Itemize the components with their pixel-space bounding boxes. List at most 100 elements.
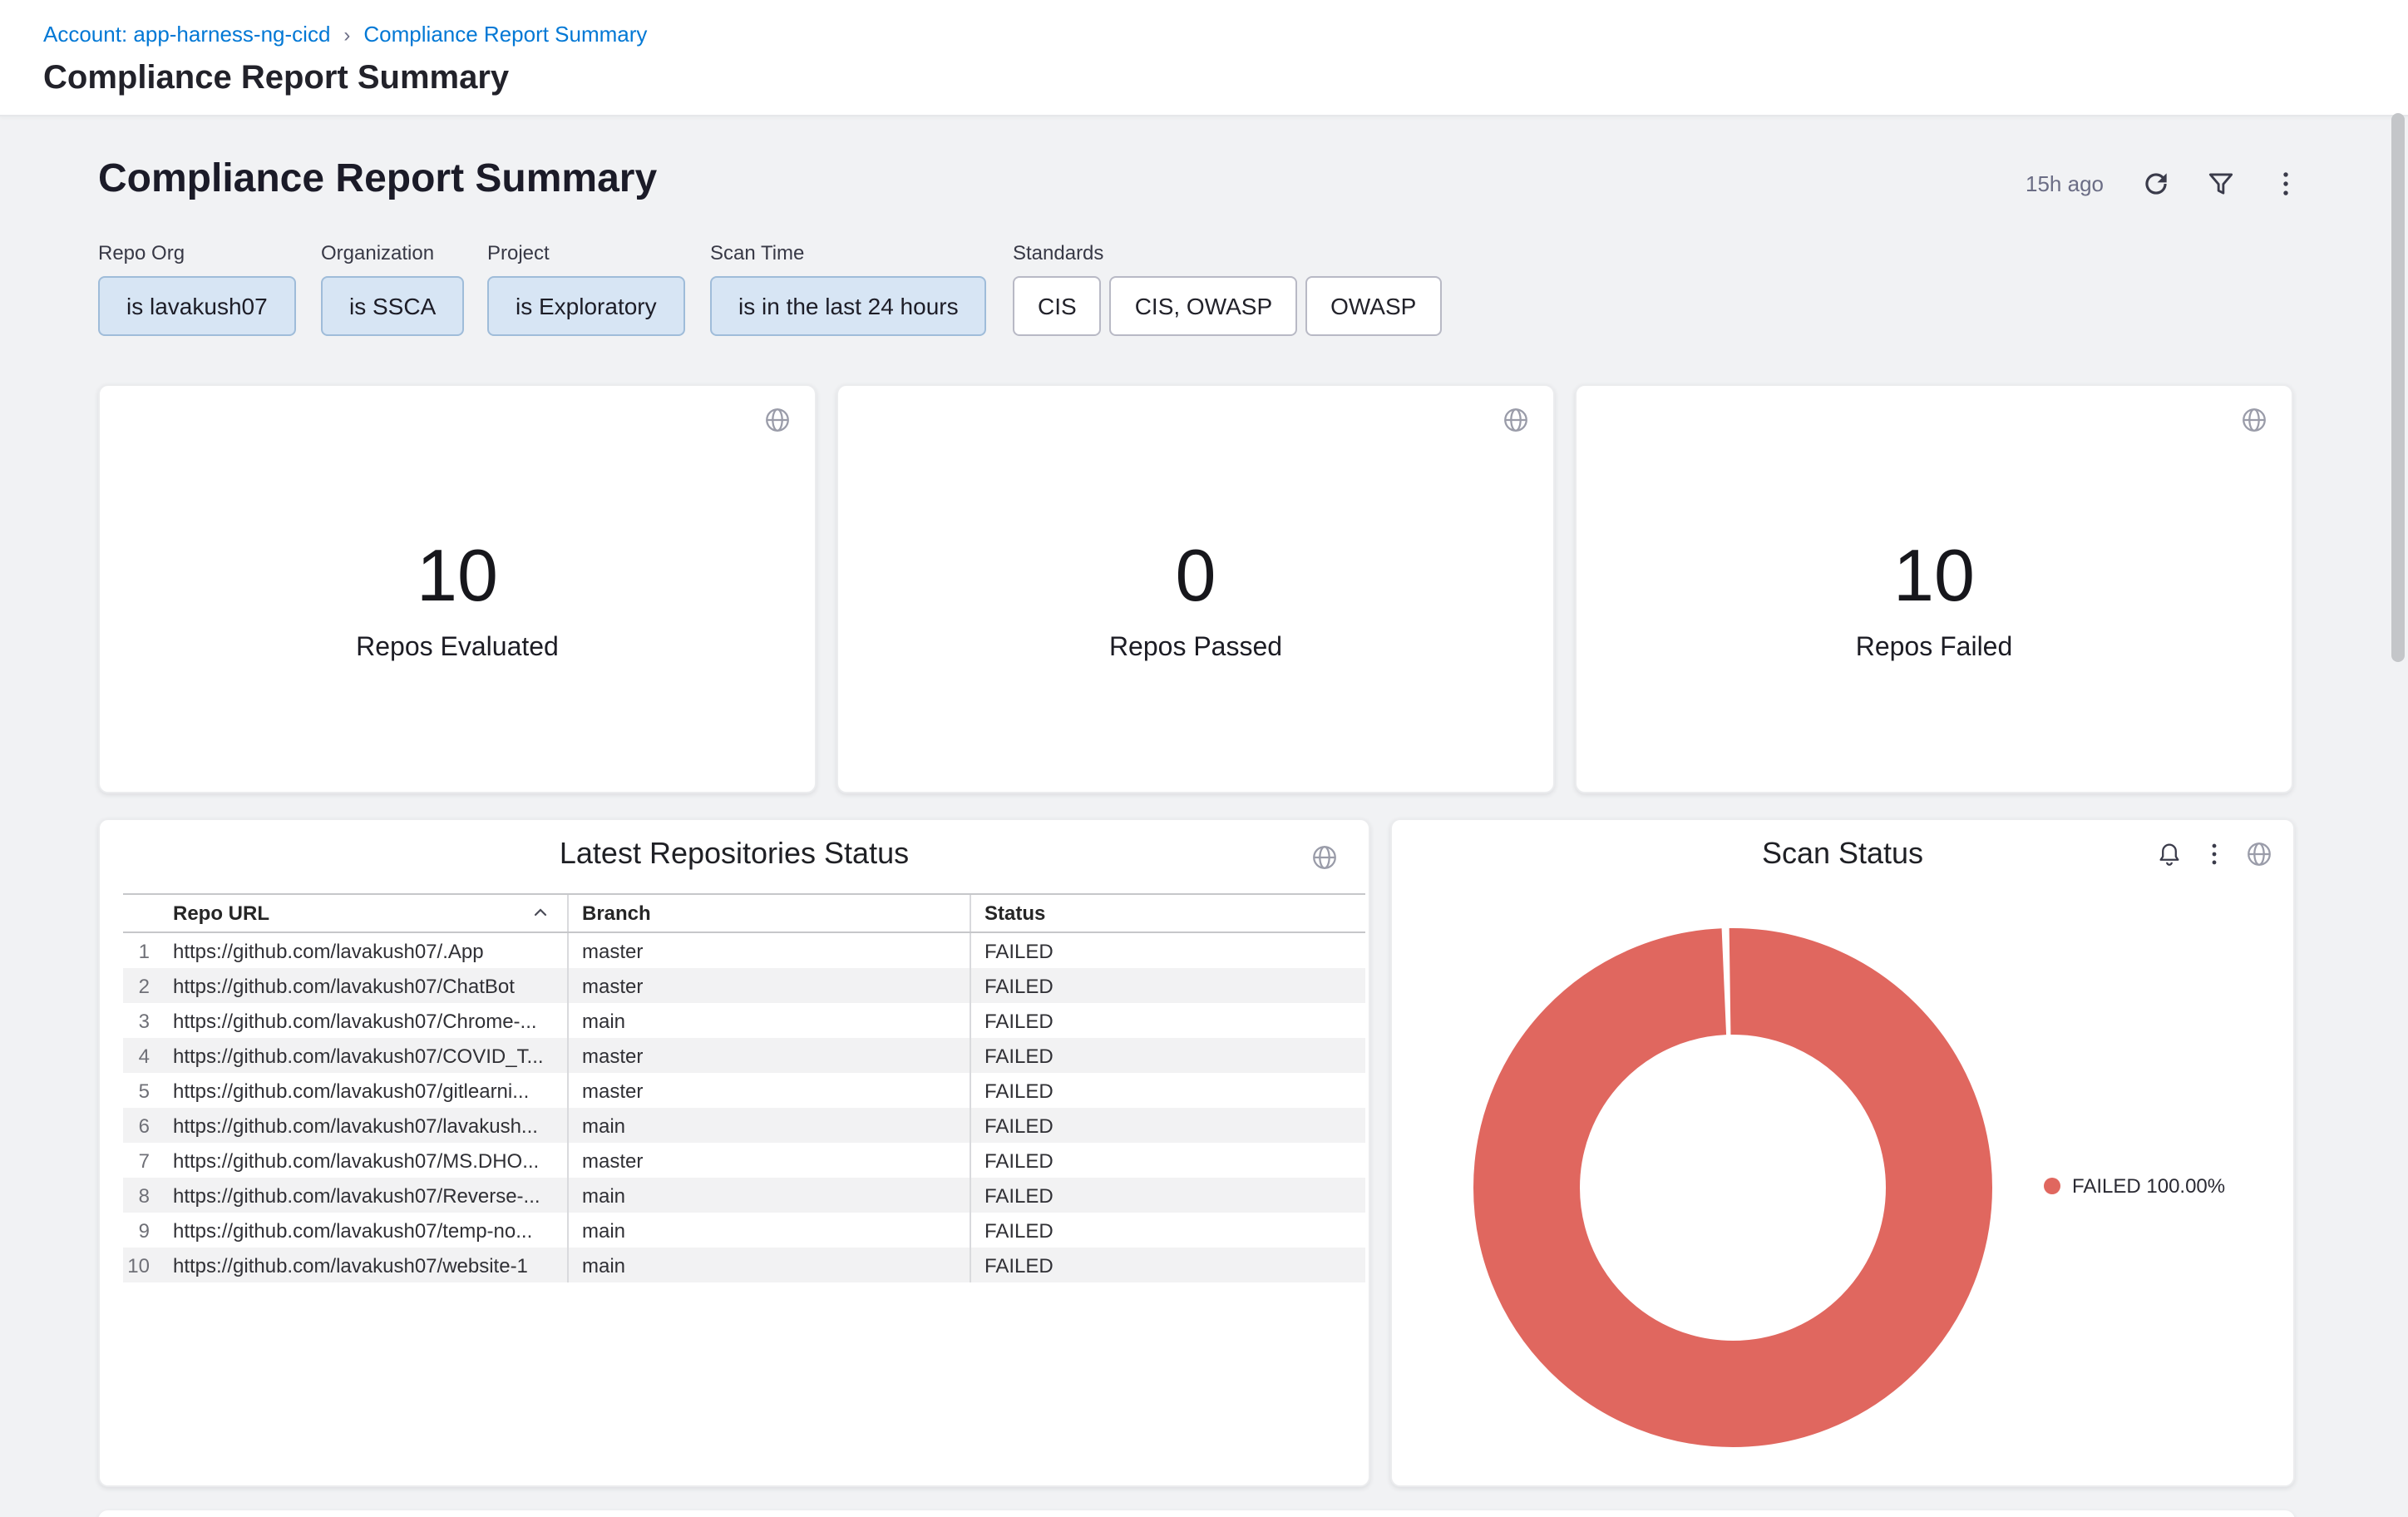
- repo-url-cell: https://github.com/lavakush07/website-1: [160, 1253, 567, 1277]
- branch-cell: master: [567, 933, 970, 968]
- stat-value-repos-passed[interactable]: 0: [1176, 537, 1216, 617]
- donut-chart[interactable]: [1467, 922, 1999, 1454]
- table-row[interactable]: 3 https://github.com/lavakush07/Chrome-.…: [123, 1003, 1365, 1038]
- dashboard-title: Compliance Report Summary: [98, 156, 657, 203]
- stat-card-repos-passed: 0 Repos Passed: [836, 384, 1555, 793]
- row-index: 7: [123, 1149, 160, 1172]
- column-header-branch[interactable]: Branch: [567, 895, 970, 931]
- filter-standards: Standards CIS CIS, OWASP OWASP: [1013, 241, 1441, 336]
- breadcrumb-account-link[interactable]: Account: app-harness-ng-cicd: [43, 22, 330, 47]
- table-header-row: Repo URL Branch Status: [123, 893, 1365, 933]
- standards-option-cis[interactable]: CIS: [1013, 276, 1102, 336]
- kebab-menu-icon[interactable]: [2200, 840, 2228, 868]
- stat-value-repos-evaluated[interactable]: 10: [417, 537, 498, 617]
- repo-url-cell: https://github.com/lavakush07/lavakush..…: [160, 1114, 567, 1137]
- table-row[interactable]: 9 https://github.com/lavakush07/temp-no.…: [123, 1213, 1365, 1248]
- filter-chip-organization[interactable]: is SSCA: [321, 276, 464, 336]
- filter-scan-time: Scan Time is in the last 24 hours: [710, 241, 987, 336]
- status-cell: FAILED: [970, 1003, 1369, 1038]
- repos-status-card: Latest Repositories Status Repo URL Bran…: [98, 818, 1370, 1487]
- filter-chip-repo-org[interactable]: is lavakush07: [98, 276, 296, 336]
- last-refreshed-label: 15h ago: [2026, 170, 2104, 195]
- table-row[interactable]: 1 https://github.com/lavakush07/.App mas…: [123, 933, 1365, 968]
- table-body: 1 https://github.com/lavakush07/.App mas…: [123, 933, 1365, 1282]
- row-index: 4: [123, 1044, 160, 1067]
- repos-table-title: Latest Repositories Status: [100, 837, 1369, 872]
- column-header-repo-url[interactable]: Repo URL: [160, 902, 567, 925]
- status-cell: FAILED: [970, 1178, 1369, 1213]
- branch-cell: main: [567, 1003, 970, 1038]
- scan-status-card: Scan Status FAILED 100.00%: [1390, 818, 2295, 1487]
- top-header: Account: app-harness-ng-cicd › Complianc…: [0, 0, 2408, 116]
- standards-option-owasp[interactable]: OWASP: [1305, 276, 1441, 336]
- branch-cell: master: [567, 1073, 970, 1108]
- branch-cell: main: [567, 1213, 970, 1248]
- filter-chip-scan-time[interactable]: is in the last 24 hours: [710, 276, 987, 336]
- chart-legend[interactable]: FAILED 100.00%: [2044, 1174, 2225, 1198]
- row-index: 5: [123, 1079, 160, 1102]
- repo-url-cell: https://github.com/lavakush07/ChatBot: [160, 974, 567, 997]
- refresh-icon[interactable]: [2140, 167, 2172, 199]
- filter-label: Standards: [1013, 241, 1441, 264]
- scrollbar-thumb[interactable]: [2391, 113, 2405, 662]
- breadcrumb-current-link[interactable]: Compliance Report Summary: [363, 22, 647, 47]
- repo-url-cell: https://github.com/lavakush07/Reverse-..…: [160, 1183, 567, 1207]
- row-index: 10: [123, 1253, 160, 1277]
- stat-label-repos-evaluated: Repos Evaluated: [356, 634, 559, 664]
- column-header-status[interactable]: Status: [970, 895, 1369, 931]
- repo-url-cell: https://github.com/lavakush07/Chrome-...: [160, 1009, 567, 1032]
- table-row[interactable]: 4 https://github.com/lavakush07/COVID_T.…: [123, 1038, 1365, 1073]
- globe-icon[interactable]: [2245, 840, 2273, 868]
- filter-repo-org: Repo Org is lavakush07: [98, 241, 296, 336]
- next-card-partial: [98, 1510, 2295, 1517]
- donut-segment-failed[interactable]: [1527, 981, 1939, 1394]
- status-cell: FAILED: [970, 1213, 1369, 1248]
- stat-value-repos-failed[interactable]: 10: [1893, 537, 1975, 617]
- globe-icon[interactable]: [1310, 843, 1339, 872]
- status-cell: FAILED: [970, 1248, 1369, 1282]
- table-row[interactable]: 10 https://github.com/lavakush07/website…: [123, 1248, 1365, 1282]
- branch-cell: master: [567, 968, 970, 1003]
- filter-organization: Organization is SSCA: [321, 241, 464, 336]
- status-cell: FAILED: [970, 1073, 1369, 1108]
- status-cell: FAILED: [970, 1038, 1369, 1073]
- branch-cell: main: [567, 1178, 970, 1213]
- table-row[interactable]: 2 https://github.com/lavakush07/ChatBot …: [123, 968, 1365, 1003]
- row-index: 6: [123, 1114, 160, 1137]
- filter-icon[interactable]: [2205, 167, 2237, 199]
- filter-label: Organization: [321, 241, 464, 264]
- status-cell: FAILED: [970, 1108, 1369, 1143]
- branch-cell: main: [567, 1108, 970, 1143]
- row-index: 1: [123, 939, 160, 962]
- kebab-menu-icon[interactable]: [2270, 167, 2302, 199]
- legend-label: FAILED 100.00%: [2072, 1174, 2225, 1198]
- filter-chip-project[interactable]: is Exploratory: [487, 276, 685, 336]
- branch-cell: main: [567, 1248, 970, 1282]
- breadcrumb: Account: app-harness-ng-cicd › Complianc…: [43, 22, 647, 47]
- bell-icon[interactable]: [2155, 840, 2183, 868]
- stat-label-repos-failed: Repos Failed: [1856, 634, 2013, 664]
- page-title: Compliance Report Summary: [43, 60, 509, 98]
- filter-label: Scan Time: [710, 241, 987, 264]
- table-row[interactable]: 7 https://github.com/lavakush07/MS.DHO..…: [123, 1143, 1365, 1178]
- scan-card-actions: [2155, 840, 2273, 868]
- table-row[interactable]: 6 https://github.com/lavakush07/lavakush…: [123, 1108, 1365, 1143]
- filter-label: Repo Org: [98, 241, 296, 264]
- filter-project: Project is Exploratory: [487, 241, 685, 336]
- repo-url-cell: https://github.com/lavakush07/.App: [160, 939, 567, 962]
- repo-url-cell: https://github.com/lavakush07/MS.DHO...: [160, 1149, 567, 1172]
- repo-url-cell: https://github.com/lavakush07/COVID_T...: [160, 1044, 567, 1067]
- dashboard-controls: 15h ago: [2026, 160, 2302, 206]
- branch-cell: master: [567, 1038, 970, 1073]
- status-cell: FAILED: [970, 1143, 1369, 1178]
- breadcrumb-separator: ›: [343, 22, 350, 46]
- table-row[interactable]: 8 https://github.com/lavakush07/Reverse-…: [123, 1178, 1365, 1213]
- row-index: 3: [123, 1009, 160, 1032]
- repo-url-cell: https://github.com/lavakush07/temp-no...: [160, 1218, 567, 1242]
- table-row[interactable]: 5 https://github.com/lavakush07/gitlearn…: [123, 1073, 1365, 1108]
- sort-ascending-icon[interactable]: [530, 903, 550, 923]
- status-cell: FAILED: [970, 968, 1369, 1003]
- stat-label-repos-passed: Repos Passed: [1109, 634, 1282, 664]
- standards-option-cis-owasp[interactable]: CIS, OWASP: [1110, 276, 1297, 336]
- branch-cell: master: [567, 1143, 970, 1178]
